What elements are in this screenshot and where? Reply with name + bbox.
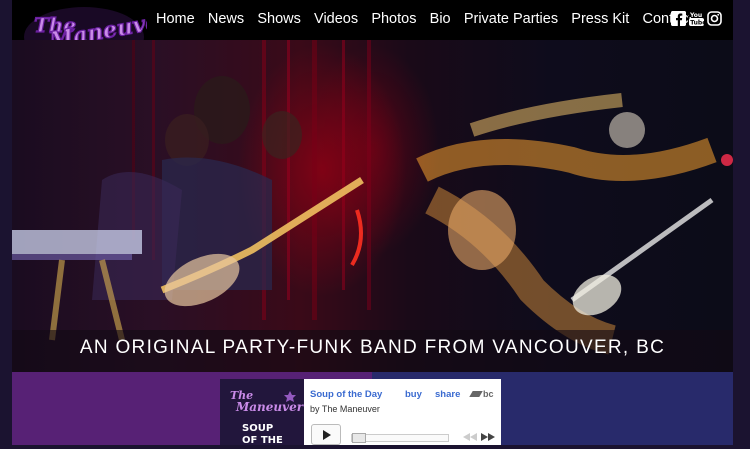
play-icon (323, 430, 331, 440)
track-title[interactable]: Soup of the Day (310, 389, 382, 400)
nav-news[interactable]: News (208, 11, 244, 27)
facebook-icon[interactable] (671, 11, 686, 26)
svg-text:You: You (689, 12, 702, 19)
header: The Maneuver Home News Shows Videos Phot… (12, 0, 733, 67)
bandcamp-label: bc (483, 389, 494, 399)
next-track-icon[interactable] (481, 433, 495, 443)
track-artist[interactable]: by The Maneuver (310, 404, 380, 414)
album-text-top: SOUP (242, 423, 273, 434)
album-logo-main: Maneuver (235, 400, 304, 414)
nav-home[interactable]: Home (156, 11, 195, 27)
nav-photos[interactable]: Photos (371, 11, 416, 27)
nav-videos[interactable]: Videos (314, 11, 358, 27)
hero-photo-graphic (12, 40, 733, 372)
progress-handle[interactable] (352, 433, 366, 443)
social-links: YouTube (671, 11, 722, 26)
nav-press-kit[interactable]: Press Kit (571, 11, 629, 27)
share-link[interactable]: share (435, 389, 460, 400)
nav-bio[interactable]: Bio (430, 11, 451, 27)
album-text-bottom: OF THE (242, 435, 283, 445)
play-button[interactable] (311, 424, 341, 445)
nav-shows[interactable]: Shows (257, 11, 301, 27)
main-nav: Home News Shows Videos Photos Bio Privat… (156, 11, 706, 27)
hero-image: AN ORIGINAL PARTY-FUNK BAND FROM VANCOUV… (12, 40, 733, 372)
hero-tagline: AN ORIGINAL PARTY-FUNK BAND FROM VANCOUV… (79, 337, 666, 358)
svg-text:Tube: Tube (690, 20, 704, 27)
previous-track-icon[interactable] (463, 433, 477, 443)
youtube-icon[interactable]: YouTube (689, 11, 704, 26)
bandcamp-logo[interactable]: bc (469, 389, 494, 399)
bandcamp-icon (469, 391, 483, 397)
buy-link[interactable]: buy (405, 389, 422, 400)
nav-private-parties[interactable]: Private Parties (464, 11, 558, 27)
album-art[interactable]: The Maneuver SOUP OF THE (220, 379, 304, 445)
instagram-icon[interactable] (707, 11, 722, 26)
